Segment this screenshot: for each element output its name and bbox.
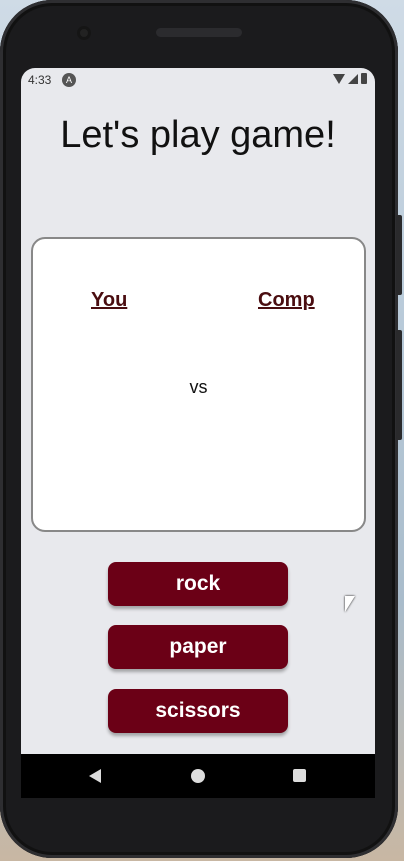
volume-button[interactable] [396, 330, 402, 440]
game-board-card: You Comp vs [31, 237, 366, 532]
app-notification-icon: A [62, 73, 76, 87]
app-screen: 4:33 A Let's play game! You Comp vs rock… [21, 68, 375, 792]
battery-icon [361, 73, 367, 84]
recents-icon[interactable] [293, 769, 306, 782]
player-label: You [91, 289, 128, 311]
wifi-icon [333, 73, 345, 84]
computer-label: Comp [258, 289, 315, 311]
home-icon[interactable] [191, 769, 205, 783]
status-time: 4:33 [28, 73, 52, 87]
mouse-cursor-icon [345, 596, 355, 612]
page-title: Let's play game! [60, 114, 336, 156]
earpiece-speaker [156, 28, 242, 37]
signal-icon [348, 73, 358, 84]
navigation-bar [21, 754, 375, 798]
status-bar: 4:33 A [21, 68, 375, 92]
phone-frame: 4:33 A Let's play game! You Comp vs rock… [0, 0, 402, 858]
front-camera-icon [77, 26, 91, 40]
power-button[interactable] [396, 215, 402, 295]
rock-button[interactable]: rock [108, 562, 288, 606]
paper-button[interactable]: paper [108, 625, 288, 669]
scissors-button[interactable]: scissors [108, 689, 288, 733]
back-icon[interactable] [89, 769, 101, 783]
versus-text: vs [189, 377, 208, 397]
status-icons [333, 73, 367, 84]
